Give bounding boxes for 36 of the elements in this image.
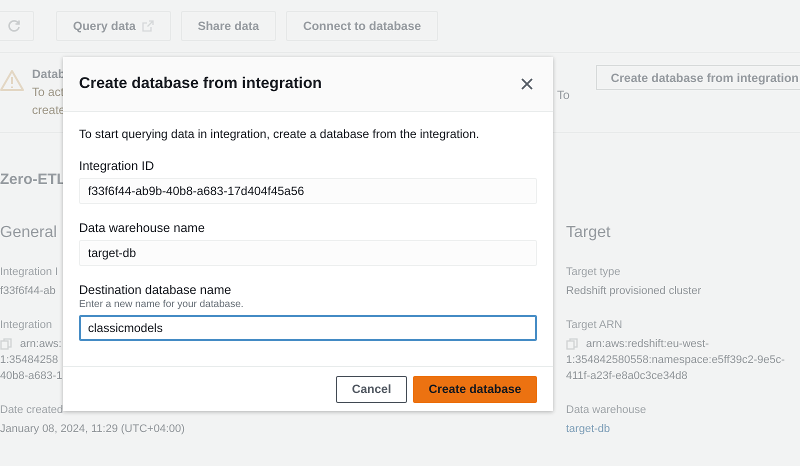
- field-value: f33f6f44-ab: [0, 284, 56, 299]
- section-title: General: [0, 224, 57, 242]
- alert-text: To: [557, 88, 570, 102]
- refresh-icon: [7, 19, 21, 33]
- field-label: Destination database name: [79, 282, 232, 298]
- field-label: Date created: [0, 403, 63, 418]
- field-value: arn:aws:redshift:eu-west-: [586, 337, 709, 352]
- field-label: Integration: [0, 318, 52, 333]
- field-hint: Enter a new name for your database.: [79, 299, 245, 311]
- external-link-icon: [142, 20, 154, 32]
- field-value: Redshift provisioned cluster: [566, 284, 702, 299]
- field-value: 1:354842580558:namespace:e5ff39c2-9e5c-: [566, 353, 785, 368]
- field-label: Integration I: [0, 265, 58, 280]
- field-value: 411f-a23f-e8a0c3ce34d8: [566, 369, 688, 384]
- refresh-button[interactable]: [0, 11, 34, 41]
- field-label: Target type: [566, 265, 620, 280]
- input-field[interactable]: classicmodels: [79, 315, 537, 341]
- field-value: January 08, 2024, 11:29 (UTC+04:00): [0, 422, 185, 437]
- modal-description: To start querying data in integration, create a database from the integration.: [79, 126, 480, 142]
- copy-icon[interactable]: [566, 338, 578, 350]
- field-label: Target ARN: [566, 318, 622, 333]
- alert-text: To act: [32, 84, 64, 101]
- field-label: Data warehouse: [566, 403, 646, 418]
- page-title: Zero-ETL: [0, 171, 67, 188]
- field-label: Data warehouse name: [79, 220, 206, 236]
- cancel-button[interactable]: Cancel: [336, 376, 407, 402]
- field-value: 40b8-a683-1: [0, 369, 62, 384]
- field-label: Integration ID: [79, 158, 156, 174]
- modal-title: Create database from integration: [79, 75, 322, 93]
- field-value: 1:35484258: [0, 353, 58, 368]
- close-icon: [521, 78, 533, 90]
- section-title: Target: [566, 224, 610, 242]
- field-value: arn:aws:: [20, 337, 62, 352]
- copy-icon[interactable]: [0, 338, 12, 350]
- create-database-button[interactable]: Create database: [413, 376, 537, 402]
- warning-icon: [0, 69, 24, 91]
